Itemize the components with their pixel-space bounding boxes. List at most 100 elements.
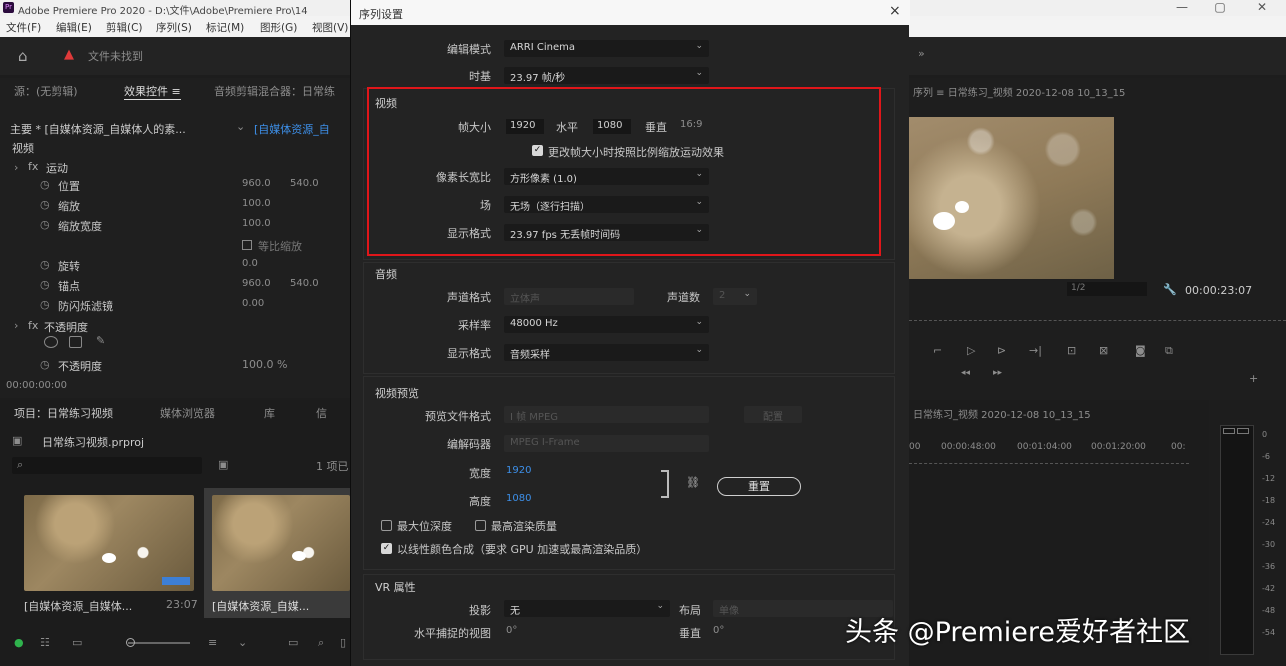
lock-icon[interactable]: ● bbox=[14, 636, 24, 649]
monitor-ruler[interactable] bbox=[909, 318, 1286, 321]
zoom-slider[interactable] bbox=[128, 642, 190, 644]
pen-mask-icon[interactable]: ✎ bbox=[96, 334, 105, 347]
stopwatch-icon[interactable]: ◷ bbox=[40, 258, 50, 271]
property-value[interactable]: 960.0 bbox=[242, 278, 271, 289]
preview-file-format-select[interactable]: I 帧 MPEG bbox=[504, 406, 709, 423]
add-button-icon[interactable]: + bbox=[1249, 372, 1258, 385]
v-view-value[interactable]: 0° bbox=[713, 625, 724, 636]
automate-icon[interactable]: ⌄ bbox=[238, 636, 247, 649]
monitor-title[interactable]: 序列 ≡ 日常练习_视频 2020-12-08 10_13_15 bbox=[913, 84, 1125, 99]
tab-info[interactable]: 信 bbox=[316, 405, 327, 421]
maximize-icon[interactable]: ▢ bbox=[1200, 0, 1240, 16]
menu-view[interactable]: 视图(V) bbox=[312, 20, 348, 35]
menu-clip[interactable]: 剪辑(C) bbox=[106, 20, 143, 35]
stopwatch-icon[interactable]: ◷ bbox=[40, 218, 50, 231]
menu-graphics[interactable]: 图形(G) bbox=[260, 20, 297, 35]
stopwatch-icon[interactable]: ◷ bbox=[40, 298, 50, 311]
property-value[interactable]: 0.00 bbox=[242, 298, 264, 309]
codec-select[interactable]: MPEG I-Frame bbox=[504, 435, 709, 452]
step-forward-icon[interactable]: ⊳ bbox=[997, 344, 1006, 357]
go-to-out-icon[interactable]: →| bbox=[1029, 344, 1042, 357]
timebase-select[interactable]: 23.97 帧/秒 ⌄ bbox=[504, 67, 709, 84]
channels-select[interactable]: 2 ⌄ bbox=[713, 288, 757, 305]
ellipse-mask-icon[interactable] bbox=[44, 336, 58, 348]
property-value[interactable]: 960.0 bbox=[242, 178, 271, 189]
project-search-input[interactable]: ⌕ bbox=[12, 457, 202, 474]
minimize-icon[interactable]: — bbox=[1162, 0, 1202, 16]
workspace-more-icon[interactable]: » bbox=[918, 47, 925, 60]
stopwatch-icon[interactable]: ◷ bbox=[40, 358, 50, 371]
tab-project[interactable]: 项目：日常练习视频 bbox=[14, 405, 113, 421]
opacity-value[interactable]: 100.0 % bbox=[242, 358, 287, 371]
clip-thumbnail[interactable] bbox=[24, 495, 194, 591]
channel-format-select[interactable]: 立体声 bbox=[504, 288, 634, 305]
tab-audio-clip-mixer[interactable]: 音频剪辑混合器：日常练 bbox=[214, 83, 335, 99]
menu-marker[interactable]: 标记(M) bbox=[206, 20, 244, 35]
wrench-icon[interactable]: 🔧 bbox=[1163, 283, 1177, 296]
tab-source[interactable]: 源：(无剪辑) bbox=[14, 83, 78, 99]
tab-libraries[interactable]: 库 bbox=[264, 405, 275, 421]
collapse-icon[interactable]: › bbox=[14, 161, 18, 174]
play-icon[interactable]: ▷ bbox=[967, 344, 975, 357]
uniform-scale-checkbox[interactable] bbox=[242, 240, 252, 250]
program-timecode[interactable]: 00:00:23:07 bbox=[1185, 284, 1252, 297]
list-view-icon[interactable]: ☷ bbox=[40, 636, 50, 649]
export-frame-icon[interactable]: ◙ bbox=[1135, 344, 1146, 357]
clip-thumbnail[interactable] bbox=[212, 495, 350, 591]
compare-icon[interactable]: ⧉ bbox=[1165, 344, 1173, 358]
new-bin-icon[interactable]: ▭ bbox=[288, 636, 298, 649]
stopwatch-icon[interactable]: ◷ bbox=[40, 278, 50, 291]
clip-label[interactable]: [自媒体资源_自媒... bbox=[212, 598, 309, 614]
reset-button[interactable]: 重置 bbox=[717, 477, 801, 496]
collapse-icon[interactable]: › bbox=[14, 319, 18, 332]
menu-edit[interactable]: 编辑(E) bbox=[56, 20, 92, 35]
preview-height-value[interactable]: 1080 bbox=[506, 493, 531, 504]
mark-in-icon[interactable]: ⌐ bbox=[933, 344, 942, 357]
menu-sequence[interactable]: 序列(S) bbox=[156, 20, 192, 35]
close-icon[interactable]: × bbox=[889, 3, 901, 19]
warning-icon[interactable]: ▲ bbox=[64, 47, 74, 62]
extract-icon[interactable]: ⊠ bbox=[1099, 344, 1108, 357]
effect-timecode[interactable]: 00:00:00:00 bbox=[6, 380, 67, 391]
sequence-clip-label[interactable]: [自媒体资源_自 bbox=[254, 121, 330, 137]
find-icon[interactable]: ⌕ bbox=[318, 636, 324, 650]
preview-width-value[interactable]: 1920 bbox=[506, 465, 531, 476]
bin-icon[interactable]: ▣ bbox=[218, 458, 228, 471]
tab-media-browser[interactable]: 媒体浏览器 bbox=[160, 405, 215, 421]
chain-link-icon[interactable]: ⛓ bbox=[686, 476, 700, 489]
editing-mode-select[interactable]: ARRI Cinema ⌄ bbox=[504, 40, 709, 57]
clip-label[interactable]: [自媒体资源_自媒体... bbox=[24, 598, 132, 614]
master-clip-selector[interactable]: 主要 * [自媒体资源_自媒体人的素... bbox=[10, 121, 186, 137]
projection-select[interactable]: 无 ⌄ bbox=[504, 600, 670, 617]
chevron-down-icon[interactable]: ⌄ bbox=[236, 120, 245, 133]
zoom-slider-handle[interactable] bbox=[126, 638, 135, 647]
menu-file[interactable]: 文件(F) bbox=[6, 20, 41, 35]
max-render-quality-checkbox[interactable] bbox=[475, 520, 486, 531]
h-view-value[interactable]: 0° bbox=[506, 625, 517, 636]
stopwatch-icon[interactable]: ◷ bbox=[40, 198, 50, 211]
stopwatch-icon[interactable]: ◷ bbox=[40, 178, 50, 191]
sample-rate-select[interactable]: 48000 Hz ⌄ bbox=[504, 316, 709, 333]
timeline-ruler[interactable] bbox=[909, 458, 1189, 464]
configure-button[interactable]: 配置 bbox=[744, 406, 802, 423]
linear-color-checkbox[interactable]: ✓ bbox=[381, 543, 392, 554]
property-value[interactable]: 100.0 bbox=[242, 198, 271, 209]
rectangle-mask-icon[interactable] bbox=[69, 336, 82, 348]
timeline-title[interactable]: 日常练习_视频 2020-12-08 10_13_15 bbox=[913, 406, 1091, 421]
step-back-icon[interactable]: ◂◂ bbox=[961, 368, 970, 378]
sort-icon[interactable]: ≡ bbox=[208, 636, 217, 649]
property-value[interactable]: 0.0 bbox=[242, 258, 258, 269]
lift-icon[interactable]: ⊡ bbox=[1067, 344, 1076, 357]
max-bit-depth-checkbox[interactable] bbox=[381, 520, 392, 531]
property-value[interactable]: 100.0 bbox=[242, 218, 271, 229]
close-window-icon[interactable]: ✕ bbox=[1242, 0, 1282, 16]
new-item-icon[interactable]: ▯ bbox=[340, 636, 346, 649]
home-icon[interactable]: ⌂ bbox=[18, 47, 28, 65]
property-value[interactable]: 540.0 bbox=[290, 178, 319, 189]
icon-view-icon[interactable]: ▭ bbox=[72, 636, 82, 649]
property-value[interactable]: 540.0 bbox=[290, 278, 319, 289]
fit-dropdown[interactable]: 1/2 bbox=[1067, 282, 1147, 296]
tab-effect-controls[interactable]: 效果控件 ≡ bbox=[124, 83, 181, 100]
audio-display-format-select[interactable]: 音频采样 ⌄ bbox=[504, 344, 709, 361]
step-forward-small-icon[interactable]: ▸▸ bbox=[993, 368, 1002, 378]
